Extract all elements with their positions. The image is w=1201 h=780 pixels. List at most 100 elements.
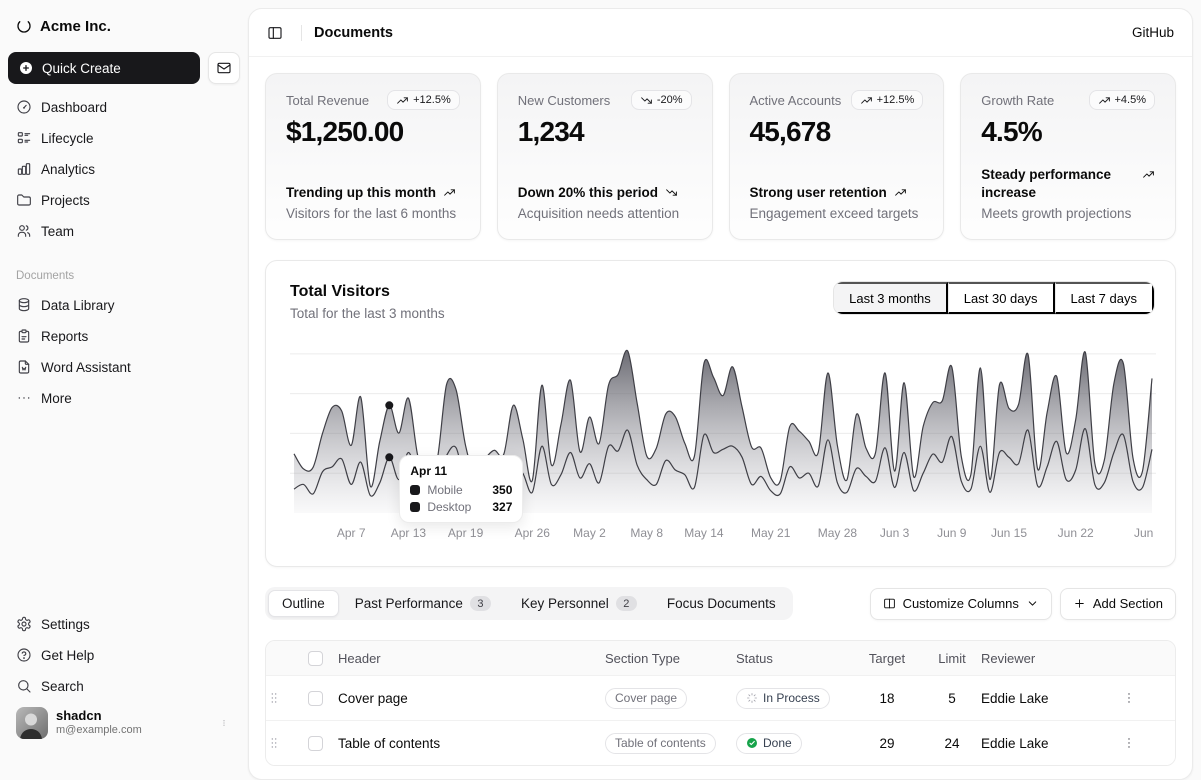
panel-left-icon [267,25,283,41]
row-header-cell[interactable]: Table of contents [330,736,605,751]
sidebar-item-search[interactable]: Search [8,671,240,701]
inbox-button[interactable] [208,52,240,84]
help-icon [16,647,32,663]
column-header: Header [330,651,605,666]
range-last-30-days[interactable]: Last 30 days [948,282,1055,314]
svg-text:Apr 7: Apr 7 [337,526,366,540]
reviewer-cell[interactable]: Eddie Lake [981,736,1121,751]
trend-badge: -20% [631,90,692,110]
loader-icon [746,692,758,704]
sidebar-item-word-assistant[interactable]: Word Assistant [8,352,240,382]
main-panel: Documents GitHub Total Revenue +12.5% $1… [248,8,1193,780]
svg-text:Jun 3: Jun 3 [880,526,910,540]
sidebar-item-settings[interactable]: Settings [8,609,240,639]
svg-text:Jun 30: Jun 30 [1134,526,1156,540]
table-row[interactable]: Table of contents Table of contents Done… [266,720,1175,765]
row-menu-icon[interactable] [1121,690,1137,706]
row-header-cell[interactable]: Cover page [330,691,605,706]
chart-bar-icon [16,161,32,177]
sidebar-item-label: Team [41,224,74,239]
section-type-badge: Cover page [605,688,687,709]
sidebar-item-reports[interactable]: Reports [8,321,240,351]
limit-cell[interactable]: 5 [923,691,981,706]
site-header: Documents GitHub [249,9,1192,57]
range-last-7-days[interactable]: Last 7 days [1055,282,1155,314]
sidebar-toggle-button[interactable] [261,19,289,47]
database-icon [16,297,32,313]
trending-up-icon [443,186,456,199]
stat-description: Meets growth projections [981,206,1155,221]
nav-documents: Data Library Reports Word Assistant More [8,290,240,413]
svg-text:May 2: May 2 [573,526,606,540]
sidebar: Acme Inc. Quick Create Dashboard [0,0,248,751]
chart-tooltip: Apr 11 Mobile 350 Desktop 327 [399,455,523,523]
svg-text:May 8: May 8 [630,526,663,540]
stat-value: 1,234 [518,116,692,148]
target-cell[interactable]: 18 [851,691,923,706]
sidebar-item-projects[interactable]: Projects [8,185,240,215]
column-header: Limit [923,651,981,666]
svg-text:Jun 22: Jun 22 [1058,526,1094,540]
select-all-checkbox[interactable] [308,651,323,666]
sidebar-item-dashboard[interactable]: Dashboard [8,92,240,122]
brand[interactable]: Acme Inc. [8,10,240,42]
trending-up-icon [894,186,907,199]
gear-icon [16,616,32,632]
customize-columns-button[interactable]: Customize Columns [870,588,1052,620]
stat-card-total-revenue: Total Revenue +12.5% $1,250.00 Trending … [265,73,481,240]
search-icon [16,678,32,694]
tab-past-performance[interactable]: Past Performance3 [341,590,505,617]
stat-title: Total Revenue [286,90,369,108]
gauge-icon [16,99,32,115]
stat-trend-line: Strong user retention [750,184,924,202]
sidebar-item-label: Word Assistant [41,360,131,375]
stat-card-growth-rate: Growth Rate +4.5% 4.5% Steady performanc… [960,73,1176,240]
row-checkbox[interactable] [308,736,323,751]
target-cell[interactable]: 29 [851,736,923,751]
add-section-button[interactable]: Add Section [1060,588,1176,620]
table-actions: Customize Columns Add Section [870,588,1176,620]
tab-focus-documents[interactable]: Focus Documents [653,590,790,617]
row-checkbox[interactable] [308,691,323,706]
sidebar-item-data-library[interactable]: Data Library [8,290,240,320]
section-tabs: Outline Past Performance3 Key Personnel2… [265,587,793,620]
tab-outline[interactable]: Outline [268,590,339,617]
column-header: Status [736,651,851,666]
limit-cell[interactable]: 24 [923,736,981,751]
sidebar-item-team[interactable]: Team [8,216,240,246]
app-root: Acme Inc. Quick Create Dashboard [0,0,1201,751]
sidebar-item-get-help[interactable]: Get Help [8,640,240,670]
table-row[interactable]: Cover page Cover page In Process 18 5 Ed… [266,675,1175,720]
drag-handle-icon[interactable] [266,735,282,751]
stat-title: Growth Rate [981,90,1054,108]
drag-handle-icon[interactable] [266,690,282,706]
sidebar-item-lifecycle[interactable]: Lifecycle [8,123,240,153]
dots-vertical-icon[interactable] [216,715,232,731]
file-icon [16,359,32,375]
range-toggle-group: Last 3 months Last 30 days Last 7 days [833,281,1155,315]
quick-create-button[interactable]: Quick Create [8,52,200,84]
reviewer-cell[interactable]: Eddie Lake [981,691,1121,706]
sidebar-item-label: Settings [41,617,90,632]
svg-text:Jun 15: Jun 15 [991,526,1027,540]
github-link[interactable]: GitHub [1132,25,1174,40]
svg-text:May 21: May 21 [751,526,791,540]
dots-icon [16,390,32,406]
sidebar-item-label: Projects [41,193,90,208]
user-avatar [16,707,48,739]
trending-down-icon [640,94,653,107]
svg-text:Apr 26: Apr 26 [515,526,551,540]
tab-key-personnel[interactable]: Key Personnel2 [507,590,651,617]
list-details-icon [16,130,32,146]
stat-description: Engagement exceed targets [750,206,924,221]
row-menu-icon[interactable] [1121,735,1137,751]
users-icon [16,223,32,239]
range-last-3-months[interactable]: Last 3 months [834,282,948,314]
mobile-series-swatch [410,485,420,495]
column-header: Reviewer [981,651,1121,666]
total-visitors-card: Total Visitors Total for the last 3 mont… [265,260,1176,567]
sidebar-item-more[interactable]: More [8,383,240,413]
user-menu[interactable]: shadcn m@example.com [8,701,240,739]
stat-card-active-accounts: Active Accounts +12.5% 45,678 Strong use… [729,73,945,240]
sidebar-item-analytics[interactable]: Analytics [8,154,240,184]
